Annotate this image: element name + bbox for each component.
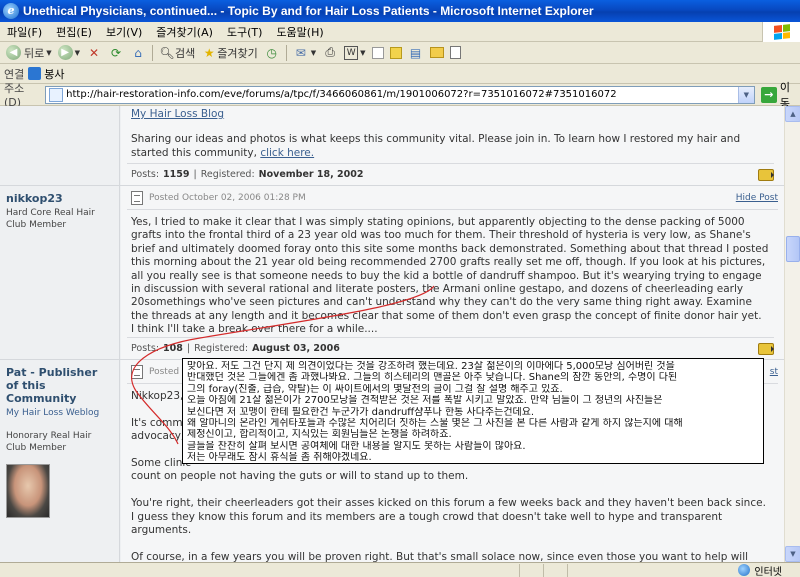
mail-icon: ✉ bbox=[295, 45, 306, 60]
favorites-label: 즐겨찾기 bbox=[217, 46, 258, 60]
menu-edit[interactable]: 편집(E) bbox=[49, 24, 99, 40]
address-label: 주소(D) bbox=[4, 82, 25, 109]
status-bar: 인터넷 bbox=[0, 562, 800, 577]
toolbar-separator bbox=[285, 44, 287, 61]
research-icon: ▤ bbox=[409, 45, 422, 60]
overlay-line: 반대했던 것은 그들에겐 좀 과했나봐요. 그들의 히스테리의 맨골은 아주 낮… bbox=[187, 372, 678, 384]
back-button[interactable]: ◀ 뒤로 ▼ bbox=[3, 43, 55, 63]
address-dropdown-icon[interactable]: ▼ bbox=[737, 86, 754, 103]
scroll-down-icon[interactable]: ▼ bbox=[785, 546, 800, 562]
links-item-label: 봉사 bbox=[44, 67, 65, 81]
history-button[interactable]: ◷ bbox=[261, 43, 283, 63]
search-button[interactable]: 🔍︎ 검색 bbox=[156, 43, 198, 63]
status-segment bbox=[0, 563, 520, 577]
title-bar: e Unethical Physicians, continued... - T… bbox=[0, 0, 800, 22]
zone-label: 인터넷 bbox=[754, 566, 782, 577]
overlay-line: 보신다면 저 꼬맹이 한테 필요한건 누군가가 dandruff샴푸나 한통 사… bbox=[187, 406, 535, 418]
address-field[interactable]: ▼ bbox=[45, 85, 755, 104]
print-icon: ⎙ bbox=[325, 45, 335, 59]
links-bar: 연결 봉사 bbox=[0, 64, 800, 84]
discuss-button[interactable] bbox=[369, 43, 387, 63]
print-button[interactable]: ⎙ bbox=[319, 43, 341, 63]
links-tool-button[interactable] bbox=[447, 43, 464, 63]
edit-button[interactable]: W ▼ bbox=[341, 43, 368, 63]
menu-tools[interactable]: 도구(T) bbox=[220, 24, 270, 40]
scroll-thumb[interactable] bbox=[786, 236, 800, 262]
forward-dropdown-icon[interactable]: ▼ bbox=[75, 49, 80, 57]
forward-button[interactable]: ▶ ▼ bbox=[55, 43, 83, 63]
back-dropdown-icon[interactable]: ▼ bbox=[46, 49, 51, 57]
stop-icon: ✕ bbox=[89, 45, 100, 60]
overlay-line: 저는 아무래도 잠시 휴식을 좀 취해야겠네요. bbox=[187, 452, 372, 464]
address-bar: 주소(D) ▼ → 이동 bbox=[0, 81, 800, 110]
ie-logo-icon: e bbox=[3, 3, 19, 19]
messenger-icon bbox=[389, 46, 402, 59]
menu-bar: 파일(F) 편집(E) 보기(V) 즐겨찾기(A) 도구(T) 도움말(H) bbox=[0, 21, 800, 42]
page-icon bbox=[49, 87, 64, 102]
overlay-line: 맞아요. 저도 그건 단지 제 의견이었다는 것을 강조하려 했는데요. 23살… bbox=[187, 361, 675, 372]
go-arrow-icon: → bbox=[760, 86, 777, 103]
menu-file[interactable]: 파일(F) bbox=[0, 24, 49, 40]
toolbar: ◀ 뒤로 ▼ ▶ ▼ ✕ ⟳ ⌂ 🔍︎ 검색 ★ 즐겨찾기 ◷ ✉ ▼ ⎙ W … bbox=[0, 42, 800, 64]
toolbar-separator bbox=[152, 44, 154, 61]
back-label: 뒤로 bbox=[24, 46, 45, 60]
edit-dropdown-icon[interactable]: ▼ bbox=[360, 49, 365, 57]
security-zone: 인터넷 bbox=[738, 563, 800, 577]
forward-arrow-icon: ▶ bbox=[57, 45, 73, 60]
page-icon bbox=[449, 46, 461, 59]
mail-button[interactable]: ✉ ▼ bbox=[290, 43, 319, 63]
address-input[interactable] bbox=[66, 87, 738, 102]
scroll-up-icon[interactable]: ▲ bbox=[785, 106, 800, 122]
vertical-scrollbar[interactable]: ▲ ▼ bbox=[784, 106, 800, 562]
home-button[interactable]: ⌂ bbox=[127, 43, 149, 63]
home-icon: ⌂ bbox=[134, 45, 142, 60]
ie-page-icon bbox=[28, 67, 42, 80]
translation-overlay: 맞아요. 저도 그건 단지 제 의견이었다는 것을 강조하려 했는데요. 23살… bbox=[182, 358, 764, 464]
windows-logo-icon bbox=[762, 21, 800, 42]
discuss-icon bbox=[371, 46, 384, 59]
overlay-line: 글들을 찬찬히 살펴 보시면 공여체에 대한 내용을 알지도 못하는 사람들이 … bbox=[187, 440, 526, 452]
edit-page-icon: W bbox=[344, 45, 359, 60]
back-arrow-icon: ◀ bbox=[6, 45, 21, 60]
status-segment bbox=[520, 563, 544, 577]
menu-favorites[interactable]: 즐겨찾기(A) bbox=[149, 24, 220, 40]
favorites-folder-button[interactable] bbox=[427, 43, 447, 63]
favorites-button[interactable]: ★ 즐겨찾기 bbox=[198, 43, 260, 63]
history-icon: ◷ bbox=[266, 45, 277, 60]
search-icon: 🔍︎ bbox=[159, 45, 175, 60]
menu-help[interactable]: 도움말(H) bbox=[269, 24, 330, 40]
window-title: Unethical Physicians, continued... - Top… bbox=[23, 4, 594, 18]
page-content: My Hair Loss Blog Sharing our ideas and … bbox=[0, 106, 784, 562]
favorites-star-icon: ★ bbox=[203, 45, 215, 60]
status-segment bbox=[544, 563, 568, 577]
search-label: 검색 bbox=[175, 46, 196, 60]
overlay-line: 오늘 아침에 21살 젊은이가 2700모낭을 견적받은 것은 저를 폭발 시키… bbox=[187, 395, 663, 407]
internet-globe-icon bbox=[738, 564, 751, 576]
stop-button[interactable]: ✕ bbox=[83, 43, 105, 63]
overlay-line: 왜 알마니의 온라인 게쉬타포들과 수많은 치어리더 짓하는 스물 몇은 그 사… bbox=[187, 418, 683, 430]
research-button[interactable]: ▤ bbox=[405, 43, 427, 63]
refresh-button[interactable]: ⟳ bbox=[105, 43, 127, 63]
mail-dropdown-icon[interactable]: ▼ bbox=[311, 49, 316, 57]
overlay-line: 그의 foray(진출, 급습, 약탈)는 이 싸이트에서의 몇달전의 글이 그… bbox=[187, 383, 563, 395]
folder-icon bbox=[429, 47, 444, 58]
annotation-curve bbox=[131, 285, 435, 445]
messenger-button[interactable] bbox=[387, 43, 405, 63]
refresh-icon: ⟳ bbox=[111, 45, 122, 60]
menu-view[interactable]: 보기(V) bbox=[99, 24, 149, 40]
overlay-line: 제정신이고, 합리적이고, 지식있는 회원님들은 논쟁을 하려하죠. bbox=[187, 429, 452, 441]
